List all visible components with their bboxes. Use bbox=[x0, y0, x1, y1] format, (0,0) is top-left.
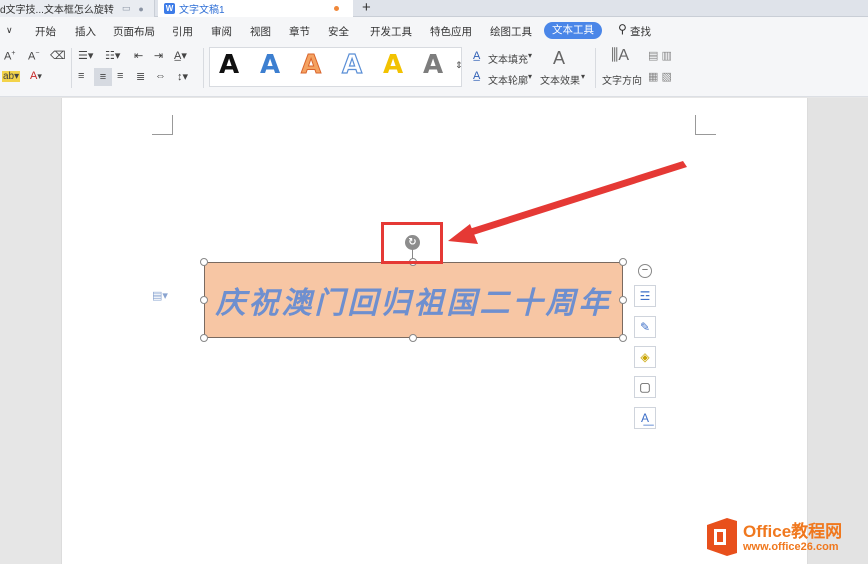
wordart-style-gray[interactable]: A bbox=[423, 50, 443, 80]
layout-options-icon[interactable]: ☲ bbox=[634, 285, 656, 307]
distribute-icon[interactable]: ⇔ bbox=[155, 70, 166, 82]
text-effect-label[interactable]: 文本效果 bbox=[540, 72, 580, 87]
text-box-content[interactable]: 庆祝澳门回归祖国二十周年 bbox=[216, 278, 612, 322]
menu-item-drawing-tools[interactable]: 绘图工具 bbox=[490, 24, 532, 39]
text-direction-icon[interactable]: ⫼A bbox=[611, 47, 629, 65]
highlight-box bbox=[381, 222, 443, 264]
resize-handle[interactable] bbox=[200, 296, 208, 304]
menu-item-text-tools[interactable]: 文本工具 bbox=[544, 22, 602, 39]
text-fill-icon[interactable]: A̲ bbox=[473, 50, 480, 62]
text-box[interactable]: 庆祝澳门回归祖国二十周年 bbox=[204, 262, 623, 338]
brush-icon[interactable]: ✎ bbox=[634, 316, 656, 338]
text-direction-label[interactable]: 文字方向 bbox=[602, 72, 642, 87]
wps-writer-icon: W bbox=[164, 3, 175, 14]
toolbar-divider bbox=[203, 48, 204, 88]
text-case-icon[interactable]: A̲▾ bbox=[174, 49, 187, 62]
wordart-style-black[interactable]: A bbox=[219, 50, 239, 80]
anchor-icon[interactable]: ▤▾ bbox=[152, 289, 168, 302]
text-effect-icon[interactable]: A bbox=[553, 48, 565, 69]
text-box-wrap-icon[interactable]: ▦ ▧ bbox=[648, 70, 672, 83]
wordart-style-orange-outline[interactable]: A bbox=[300, 50, 321, 81]
align-left-icon[interactable]: ≡ bbox=[78, 70, 84, 82]
unsaved-dot-icon bbox=[334, 6, 339, 11]
wordart-style-yellow[interactable]: A bbox=[383, 50, 403, 80]
menu-item-insert[interactable]: 插入 bbox=[75, 24, 96, 39]
text-outline-label[interactable]: 文本轮廓 bbox=[488, 72, 528, 87]
menu-item-security[interactable]: 安全 bbox=[328, 24, 349, 39]
text-box-align-icon[interactable]: ▤ ▥ bbox=[648, 49, 672, 62]
chevron-down-icon[interactable]: ▾ bbox=[581, 72, 585, 81]
resize-handle[interactable] bbox=[409, 334, 417, 342]
resize-handle[interactable] bbox=[619, 334, 627, 342]
wordart-style-blue-outline[interactable]: A bbox=[341, 49, 362, 80]
menu-bar: ∨ 开始 插入 页面布局 引用 审阅 视图 章节 安全 开发工具 特色应用 绘图… bbox=[0, 17, 868, 44]
toolbar-divider bbox=[595, 48, 596, 88]
menu-item-chapter[interactable]: 章节 bbox=[289, 24, 310, 39]
search-icon[interactable]: ⚲ bbox=[618, 22, 627, 36]
menu-item-page-layout[interactable]: 页面布局 bbox=[113, 24, 155, 39]
new-tab-icon[interactable]: + bbox=[362, 0, 371, 16]
close-icon[interactable]: ● bbox=[138, 4, 143, 14]
resize-handle[interactable] bbox=[619, 258, 627, 266]
gallery-more-icon[interactable]: ⇕ bbox=[455, 60, 463, 71]
decrease-font-icon[interactable]: A− bbox=[28, 50, 39, 63]
menu-item-special[interactable]: 特色应用 bbox=[430, 24, 472, 39]
menu-item-review[interactable]: 审阅 bbox=[211, 24, 232, 39]
outline-icon[interactable]: ▢ bbox=[634, 376, 656, 398]
site-watermark: Office教程网 www.office26.com bbox=[705, 515, 863, 560]
tab-label: d文字技...文本框怎么旋转 bbox=[0, 5, 114, 16]
fill-color-icon[interactable]: ◈ bbox=[634, 346, 656, 368]
resize-handle[interactable] bbox=[619, 296, 627, 304]
numbered-list-icon[interactable]: ☷▾ bbox=[105, 49, 120, 62]
chevron-down-icon[interactable]: ▾ bbox=[528, 72, 532, 81]
increase-indent-icon[interactable]: ⇥ bbox=[154, 49, 163, 62]
text-fill-label[interactable]: 文本填充 bbox=[488, 51, 528, 66]
line-spacing-icon[interactable]: ↕▾ bbox=[177, 70, 188, 83]
tab-document-2[interactable]: W 文字文稿1 bbox=[158, 0, 353, 17]
toolbar-divider bbox=[71, 48, 72, 88]
pointer-arrow-icon bbox=[448, 161, 687, 244]
font-color-icon[interactable]: A▾ bbox=[30, 70, 42, 82]
menu-search-label[interactable]: 查找 bbox=[630, 24, 651, 39]
resize-handle[interactable] bbox=[200, 334, 208, 342]
menu-item-references[interactable]: 引用 bbox=[172, 24, 193, 39]
chevron-down-icon[interactable]: ▾ bbox=[528, 51, 532, 60]
tab-document-1[interactable]: d文字技...文本框怎么旋转 ▭ ● bbox=[0, 0, 155, 17]
align-center-icon[interactable]: ≡ bbox=[94, 68, 112, 86]
collapse-icon[interactable]: − bbox=[638, 264, 652, 278]
page-margin-area bbox=[808, 98, 868, 564]
menu-item-start[interactable]: 开始 bbox=[35, 24, 56, 39]
increase-font-icon[interactable]: A+ bbox=[4, 50, 15, 63]
chevron-down-icon[interactable]: ∨ bbox=[6, 25, 13, 36]
watermark-url: www.office26.com bbox=[743, 541, 839, 553]
wordart-style-blue[interactable]: A bbox=[260, 50, 280, 80]
text-outline-icon[interactable]: A̲ bbox=[473, 70, 480, 82]
highlight-color-icon[interactable]: ab▾ bbox=[2, 71, 21, 82]
bullet-list-icon[interactable]: ☰▾ bbox=[78, 49, 93, 62]
menu-item-view[interactable]: 视图 bbox=[250, 24, 271, 39]
resize-handle[interactable] bbox=[200, 258, 208, 266]
tab-bar: d文字技...文本框怎么旋转 ▭ ● W 文字文稿1 + bbox=[0, 0, 868, 17]
justify-icon[interactable]: ≣ bbox=[136, 70, 145, 83]
tab-label: 文字文稿1 bbox=[179, 5, 225, 16]
watermark-brand: Office教程网 bbox=[743, 522, 843, 541]
office-logo-icon bbox=[707, 518, 737, 556]
decrease-indent-icon[interactable]: ⇤ bbox=[134, 49, 143, 62]
align-right-icon[interactable]: ≡ bbox=[117, 70, 123, 82]
menu-item-developer[interactable]: 开发工具 bbox=[370, 24, 412, 39]
margin-corner-mark bbox=[152, 115, 173, 135]
clear-format-icon[interactable]: ⌫ bbox=[50, 49, 66, 62]
margin-corner-mark bbox=[695, 115, 716, 135]
monitor-icon: ▭ bbox=[121, 3, 131, 13]
text-frame-icon[interactable]: A͟ bbox=[634, 407, 656, 429]
